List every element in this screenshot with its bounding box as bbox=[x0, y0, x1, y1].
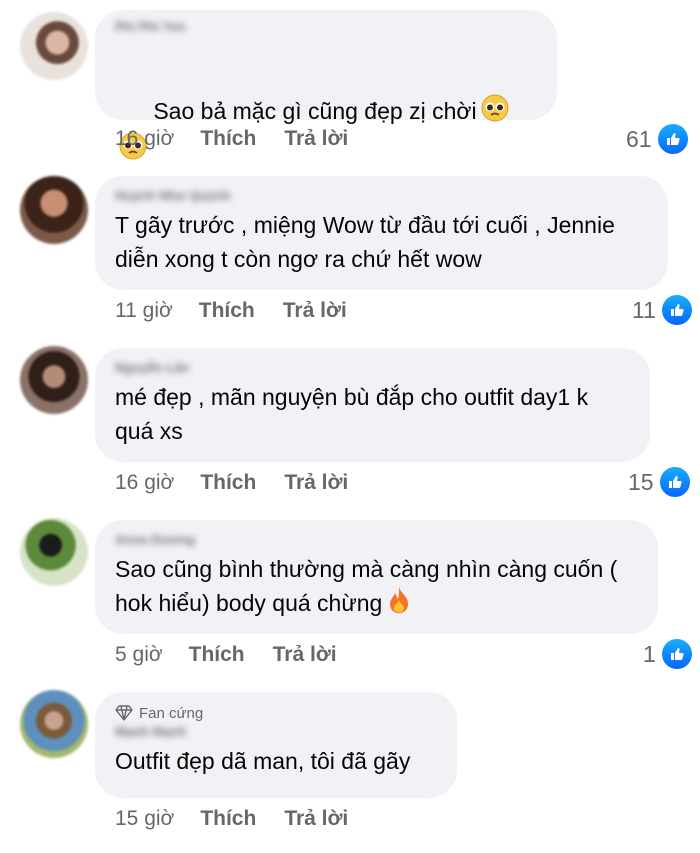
reply-button[interactable]: Trả lời bbox=[284, 471, 348, 495]
comment-text-content: Sao bả mặc gì cũng đẹp zị chời bbox=[153, 98, 477, 124]
author-name[interactable]: Nguyễn Lân bbox=[115, 360, 630, 376]
comment-actions: 5 giờ Thích Trả lời bbox=[115, 643, 365, 667]
thumbs-up-icon bbox=[657, 465, 692, 499]
author-name[interactable]: Phi Phi Yen bbox=[115, 20, 537, 34]
avatar[interactable] bbox=[20, 690, 88, 758]
thumbs-up-icon bbox=[659, 293, 694, 327]
fan-badge-label: Fan cứng bbox=[139, 704, 204, 722]
comment-bubble: Huỳnh Như Quỳnh T gãy trước , miệng Wow … bbox=[95, 176, 668, 290]
reaction-number: 15 bbox=[628, 468, 654, 495]
author-name[interactable]: Mạnh Mạnh bbox=[115, 724, 437, 740]
comment-text: mé đẹp , mãn nguyện bù đắp cho outfit da… bbox=[115, 384, 595, 444]
avatar[interactable] bbox=[20, 12, 88, 80]
reaction-count[interactable]: 15 bbox=[628, 465, 692, 499]
reply-button[interactable]: Trả lời bbox=[284, 127, 348, 151]
pleading-face-icon bbox=[481, 94, 509, 131]
timestamp[interactable]: 11 giờ bbox=[115, 299, 173, 323]
author-name[interactable]: Huỳnh Như Quỳnh bbox=[115, 188, 648, 204]
avatar[interactable] bbox=[20, 176, 88, 244]
reaction-count[interactable]: 1 bbox=[643, 637, 694, 671]
timestamp[interactable]: 16 giờ bbox=[115, 471, 174, 495]
reaction-number: 61 bbox=[626, 125, 652, 152]
fan-badge[interactable]: Fan cứng bbox=[115, 704, 437, 722]
diamond-icon bbox=[115, 705, 133, 721]
like-button[interactable]: Thích bbox=[200, 471, 256, 495]
reaction-number: 11 bbox=[632, 296, 656, 323]
reply-button[interactable]: Trả lời bbox=[273, 643, 337, 667]
comment-bubble: Anna Dương Sao cũng bình thường mà càng … bbox=[95, 520, 658, 634]
like-button[interactable]: Thích bbox=[199, 299, 255, 323]
comment-text: Outfit đẹp dã man, tôi đã gãy bbox=[115, 748, 411, 774]
comment-actions: 16 giờ Thích Trả lời bbox=[115, 127, 376, 151]
comment-actions: 11 giờ Thích Trả lời bbox=[115, 299, 375, 323]
timestamp[interactable]: 16 giờ bbox=[115, 127, 174, 151]
comment-actions: 15 giờ Thích Trả lời bbox=[115, 807, 376, 831]
like-button[interactable]: Thích bbox=[200, 127, 256, 151]
like-button[interactable]: Thích bbox=[200, 807, 256, 831]
comment-bubble: Phi Phi Yen Sao bả mặc gì cũng đẹp zị ch… bbox=[95, 10, 557, 160]
comment-text: T gãy trước , miệng Wow từ đầu tới cuối … bbox=[115, 212, 622, 272]
fire-icon bbox=[386, 586, 412, 623]
comment-bubble: Nguyễn Lân mé đẹp , mãn nguyện bù đắp ch… bbox=[95, 348, 650, 462]
author-name-blur bbox=[115, 40, 537, 54]
comment-bubble: Fan cứng Mạnh Mạnh Outfit đẹp dã man, tô… bbox=[95, 692, 457, 798]
timestamp[interactable]: 15 giờ bbox=[115, 807, 174, 831]
reply-button[interactable]: Trả lời bbox=[283, 299, 347, 323]
like-button[interactable]: Thích bbox=[189, 643, 245, 667]
thumbs-up-icon bbox=[655, 122, 690, 156]
avatar[interactable] bbox=[20, 518, 88, 586]
avatar[interactable] bbox=[20, 346, 88, 414]
author-name[interactable]: Anna Dương bbox=[115, 532, 638, 548]
reaction-count[interactable]: 11 bbox=[632, 293, 694, 327]
comment-text: Sao cũng bình thường mà càng nhìn càng c… bbox=[115, 552, 638, 623]
reply-button[interactable]: Trả lời bbox=[284, 807, 348, 831]
comment-actions: 16 giờ Thích Trả lời bbox=[115, 471, 376, 495]
comment-text-content: Sao cũng bình thường mà càng nhìn càng c… bbox=[115, 556, 624, 616]
reaction-count[interactable]: 61 bbox=[626, 122, 690, 156]
timestamp[interactable]: 5 giờ bbox=[115, 643, 163, 667]
reaction-number: 1 bbox=[643, 640, 656, 667]
thumbs-up-icon bbox=[659, 637, 694, 671]
